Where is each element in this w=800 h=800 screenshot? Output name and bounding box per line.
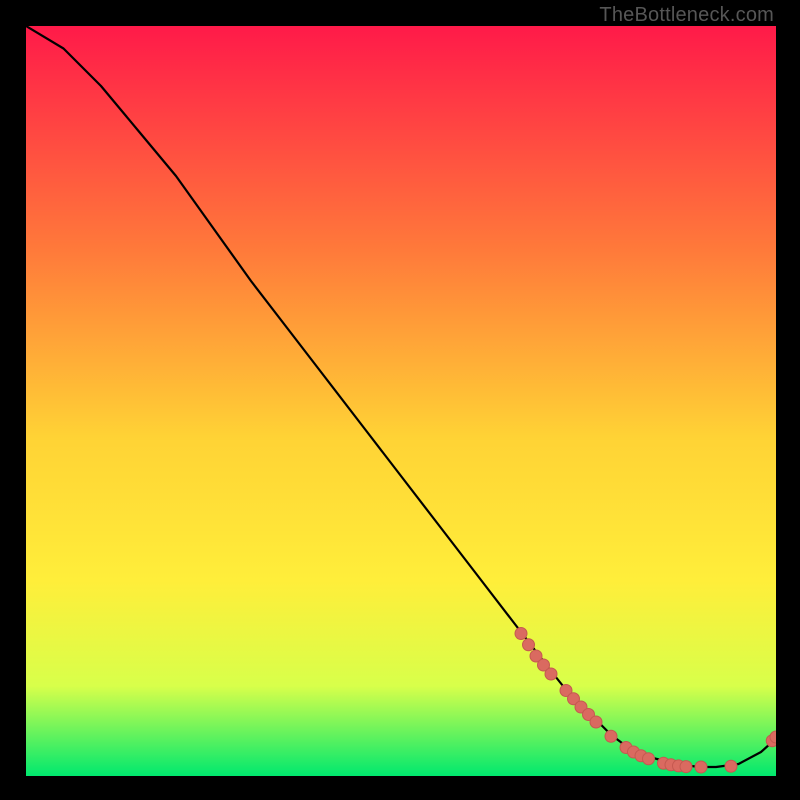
data-marker [725, 760, 737, 772]
data-marker [695, 761, 707, 773]
data-marker [605, 730, 617, 742]
data-marker [515, 628, 527, 640]
data-marker [680, 761, 692, 773]
data-marker [590, 716, 602, 728]
bottleneck-chart [26, 26, 776, 776]
data-marker [545, 668, 557, 680]
data-marker [523, 639, 535, 651]
watermark-text: TheBottleneck.com [599, 4, 774, 27]
data-marker [643, 753, 655, 765]
chart-container [26, 26, 776, 776]
gradient-background [26, 26, 776, 776]
